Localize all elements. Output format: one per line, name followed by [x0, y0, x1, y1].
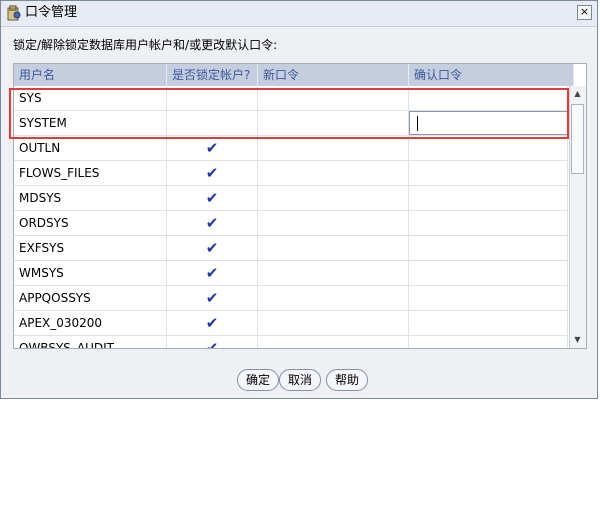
- close-button[interactable]: ×: [577, 5, 592, 20]
- close-icon: ×: [579, 5, 590, 18]
- new-password-field[interactable]: [258, 86, 409, 110]
- header-new-password[interactable]: 新口令: [258, 64, 409, 86]
- vertical-scrollbar[interactable]: ▲ ▼: [569, 86, 586, 348]
- table-row[interactable]: ORDSYS ✔: [14, 211, 568, 236]
- username-cell: FLOWS_FILES: [14, 161, 167, 185]
- confirm-password-field[interactable]: [409, 211, 568, 235]
- lock-checkbox[interactable]: ✔: [167, 311, 258, 335]
- lock-checkbox[interactable]: ✔: [167, 261, 258, 285]
- user-account-table: 用户名 是否锁定帐户? 新口令 确认口令 SYS SYSTEM OUTLN ✔: [13, 63, 587, 349]
- username-cell: WMSYS: [14, 261, 167, 285]
- username-cell: ORDSYS: [14, 211, 167, 235]
- lock-checkbox[interactable]: ✔: [167, 286, 258, 310]
- table-row[interactable]: EXFSYS ✔: [14, 236, 568, 261]
- table-row[interactable]: MDSYS ✔: [14, 186, 568, 211]
- new-password-field[interactable]: [258, 261, 409, 285]
- table-row[interactable]: OUTLN ✔: [14, 136, 568, 161]
- help-button[interactable]: 帮助: [326, 369, 369, 391]
- checkmark-icon: ✔: [205, 314, 219, 332]
- new-password-field[interactable]: [258, 161, 409, 185]
- new-password-field[interactable]: [258, 286, 409, 310]
- checkmark-icon: ✔: [205, 139, 219, 157]
- confirm-password-field[interactable]: [409, 161, 568, 185]
- lock-checkbox[interactable]: ✔: [167, 211, 258, 235]
- checkmark-icon: ✔: [205, 339, 219, 349]
- new-password-field[interactable]: [258, 211, 409, 235]
- new-password-field[interactable]: [258, 186, 409, 210]
- key-lock-icon: [7, 5, 21, 21]
- lock-checkbox[interactable]: ✔: [167, 336, 258, 349]
- new-password-field[interactable]: [258, 111, 409, 135]
- password-management-dialog: 口令管理 × 锁定/解除锁定数据库用户帐户和/或更改默认口令: 用户名 是否锁定…: [0, 0, 598, 399]
- lock-checkbox[interactable]: [167, 86, 258, 110]
- checkmark-icon: ✔: [205, 289, 219, 307]
- ok-button[interactable]: 确定: [237, 369, 280, 391]
- title-bar: 口令管理 ×: [1, 1, 597, 27]
- checkmark-icon: ✔: [205, 214, 219, 232]
- new-password-field[interactable]: [258, 311, 409, 335]
- header-locked[interactable]: 是否锁定帐户?: [167, 64, 258, 86]
- confirm-password-field[interactable]: [409, 86, 568, 110]
- checkmark-icon: ✔: [205, 164, 219, 182]
- lock-checkbox[interactable]: ✔: [167, 136, 258, 160]
- table-row[interactable]: OWBSYS_AUDIT ✔: [14, 336, 568, 349]
- table-header: 用户名 是否锁定帐户? 新口令 确认口令: [14, 64, 574, 86]
- table-row[interactable]: WMSYS ✔: [14, 261, 568, 286]
- lock-checkbox[interactable]: ✔: [167, 186, 258, 210]
- confirm-password-field[interactable]: [409, 236, 568, 260]
- confirm-password-field[interactable]: [409, 286, 568, 310]
- confirm-password-field[interactable]: [409, 111, 568, 135]
- text-caret: [417, 116, 418, 131]
- table-row[interactable]: FLOWS_FILES ✔: [14, 161, 568, 186]
- confirm-password-field[interactable]: [409, 136, 568, 160]
- scrollbar-thumb[interactable]: [571, 104, 584, 174]
- table-row[interactable]: SYSTEM: [14, 111, 568, 136]
- username-cell: SYSTEM: [14, 111, 167, 135]
- username-cell: MDSYS: [14, 186, 167, 210]
- confirm-password-field[interactable]: [409, 311, 568, 335]
- header-username[interactable]: 用户名: [14, 64, 167, 86]
- window-title: 口令管理: [25, 5, 78, 20]
- table-row[interactable]: APEX_030200 ✔: [14, 311, 568, 336]
- checkmark-icon: ✔: [205, 239, 219, 257]
- confirm-password-field[interactable]: [409, 261, 568, 285]
- lock-checkbox[interactable]: [167, 111, 258, 135]
- username-cell: OWBSYS_AUDIT: [14, 336, 167, 348]
- username-cell: EXFSYS: [14, 236, 167, 260]
- lock-checkbox[interactable]: ✔: [167, 236, 258, 260]
- new-password-field[interactable]: [258, 136, 409, 160]
- new-password-field[interactable]: [258, 336, 409, 348]
- username-cell: APEX_030200: [14, 311, 167, 335]
- scroll-up-icon[interactable]: ▲: [572, 88, 583, 99]
- username-cell: SYS: [14, 86, 167, 110]
- username-cell: OUTLN: [14, 136, 167, 160]
- table-row[interactable]: APPQOSSYS ✔: [14, 286, 568, 311]
- scroll-down-icon[interactable]: ▼: [572, 334, 583, 345]
- checkmark-icon: ✔: [205, 264, 219, 282]
- confirm-password-field[interactable]: [409, 186, 568, 210]
- checkmark-icon: ✔: [205, 189, 219, 207]
- cancel-button[interactable]: 取消: [279, 369, 322, 391]
- header-confirm-password[interactable]: 确认口令: [409, 64, 574, 86]
- lock-checkbox[interactable]: ✔: [167, 161, 258, 185]
- username-cell: APPQOSSYS: [14, 286, 167, 310]
- new-password-field[interactable]: [258, 236, 409, 260]
- confirm-password-field[interactable]: [409, 336, 568, 348]
- table-row[interactable]: SYS: [14, 86, 568, 111]
- table-body: SYS SYSTEM OUTLN ✔ FLOWS_FILES ✔ MDSYS ✔…: [14, 86, 568, 349]
- instruction-text: 锁定/解除锁定数据库用户帐户和/或更改默认口令:: [13, 38, 278, 52]
